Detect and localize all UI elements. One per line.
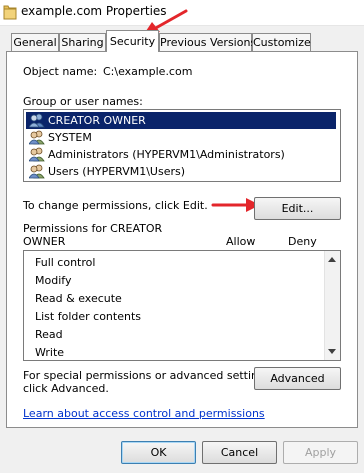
ok-button[interactable]: OK: [121, 441, 196, 464]
group-item-creator-owner[interactable]: CREATOR OWNER: [26, 112, 336, 129]
permissions-for-label-owner: OWNER: [23, 235, 66, 248]
permission-row-read-execute: Read & execute: [35, 292, 122, 305]
tab-previous-versions[interactable]: Previous Versions: [159, 33, 256, 51]
group-names-label: Group or user names:: [23, 95, 143, 108]
permission-row-modify: Modify: [35, 274, 72, 287]
apply-button[interactable]: Apply: [283, 441, 358, 464]
tab-sharing[interactable]: Sharing: [59, 33, 106, 51]
user-group-icon: [29, 164, 45, 179]
permissions-scrollbar[interactable]: [324, 251, 340, 360]
permission-row-list-folder-contents: List folder contents: [35, 310, 141, 323]
advanced-button[interactable]: Advanced: [254, 367, 341, 390]
group-item-system[interactable]: SYSTEM: [26, 129, 336, 146]
tab-general[interactable]: General: [11, 33, 59, 51]
permissions-for-label: Permissions for CREATOR: [23, 222, 163, 235]
user-group-icon: [29, 147, 45, 162]
object-name-value: C:\example.com: [103, 65, 193, 78]
special-permissions-hint-line2: click Advanced.: [23, 382, 109, 395]
scroll-down-arrow-icon[interactable]: [328, 349, 336, 354]
group-item-label: CREATOR OWNER: [48, 114, 146, 127]
permission-row-read: Read: [35, 328, 63, 341]
user-group-icon: [29, 113, 45, 128]
permission-row-full-control: Full control: [35, 256, 96, 269]
allow-column-header: Allow: [226, 235, 256, 248]
tab-security[interactable]: Security: [106, 30, 159, 52]
group-list[interactable]: CREATOR OWNER SYSTEM Administrators (HYP…: [23, 109, 341, 182]
user-group-icon: [29, 130, 45, 145]
group-item-label: Administrators (HYPERVM1\Administrators): [48, 148, 285, 161]
edit-button[interactable]: Edit...: [254, 197, 341, 220]
scroll-up-arrow-icon[interactable]: [328, 257, 336, 262]
tab-customize[interactable]: Customize: [252, 33, 311, 51]
group-item-label: Users (HYPERVM1\Users): [48, 165, 186, 178]
cancel-button[interactable]: Cancel: [202, 441, 277, 464]
permissions-list[interactable]: Full control Modify Read & execute List …: [23, 250, 341, 361]
permission-row-write: Write: [35, 346, 65, 359]
special-permissions-hint: For special permissions or advanced sett…: [23, 369, 275, 382]
learn-permissions-link[interactable]: Learn about access control and permissio…: [23, 407, 265, 420]
change-permissions-hint: To change permissions, click Edit.: [23, 199, 208, 212]
group-item-administrators[interactable]: Administrators (HYPERVM1\Administrators): [26, 146, 336, 163]
deny-column-header: Deny: [288, 235, 317, 248]
folder-icon: [3, 5, 17, 20]
group-item-users[interactable]: Users (HYPERVM1\Users): [26, 163, 336, 180]
object-name-label: Object name:: [23, 65, 98, 78]
group-item-label: SYSTEM: [48, 131, 92, 144]
